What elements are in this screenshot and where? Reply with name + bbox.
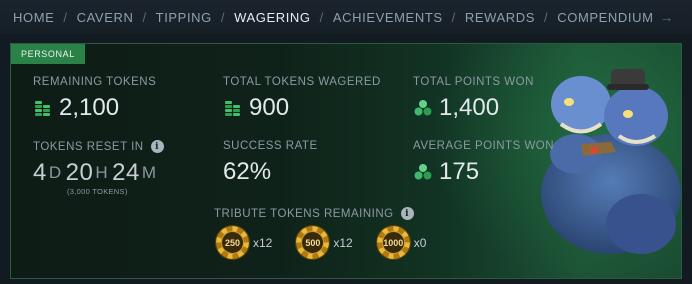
average-points-value-row: 175 <box>413 158 554 186</box>
token-stack-icon <box>33 98 53 118</box>
tokens-reset-label: TOKENS RESET IN <box>33 140 144 153</box>
tribute-chip-250[interactable]: 250 x12 <box>216 226 272 259</box>
tribute-tokens-label: TRIBUTE TOKENS REMAINING <box>214 207 394 220</box>
chip-value: 500 <box>301 231 325 254</box>
tribute-chip-1000[interactable]: 1000 x0 <box>376 226 427 259</box>
nav-tipping[interactable]: TIPPING <box>156 10 212 25</box>
tokens-wagered-value-row: 900 <box>223 94 381 122</box>
nav-compendium[interactable]: COMPENDIUM <box>557 10 653 25</box>
chip-count: x0 <box>413 235 427 250</box>
chip-count: x12 <box>253 235 273 250</box>
points-won-label: TOTAL POINTS WON <box>413 76 534 88</box>
nav-separator: / <box>319 9 324 25</box>
average-points-label: AVERAGE POINTS WON <box>413 140 555 152</box>
info-icon[interactable]: i <box>150 140 164 153</box>
info-icon[interactable]: i <box>400 207 414 220</box>
tokens-wagered-value: 900 <box>249 94 290 121</box>
personal-stats-panel: PERSONAL REMAINING TOKENS 2,100 TOTAL TO… <box>10 43 682 279</box>
points-won-stat: TOTAL POINTS WON 1,400 <box>413 76 534 122</box>
arrow-right-icon[interactable]: → <box>660 9 675 25</box>
chip-count: x12 <box>333 235 353 250</box>
nav-rewards[interactable]: REWARDS <box>465 10 535 25</box>
nav-cavern[interactable]: CAVERN <box>77 10 134 25</box>
nav-separator: / <box>544 9 549 25</box>
tokens-reset-stat: TOKENS RESET IN i 4 D 20 H 24 M (3,000 T… <box>33 140 164 196</box>
nav-home[interactable]: HOME <box>13 10 54 25</box>
reset-minutes-unit: M <box>141 163 157 182</box>
success-rate-value: 62% <box>223 158 272 185</box>
reset-hours-unit: H <box>95 163 109 182</box>
reset-hours: 20 <box>65 159 94 186</box>
remaining-tokens-value-row: 2,100 <box>33 94 156 122</box>
token-stack-icon <box>223 98 243 118</box>
reset-days: 4 <box>33 159 47 186</box>
tokens-reset-countdown: 4 D 20 H 24 M <box>33 159 164 187</box>
points-won-value-row: 1,400 <box>413 94 534 122</box>
nav-separator: / <box>142 9 147 25</box>
remaining-tokens-stat: REMAINING TOKENS 2,100 <box>33 76 156 122</box>
chip-icon: 250 <box>216 226 249 259</box>
tokens-wagered-label: TOTAL TOKENS WAGERED <box>223 76 381 88</box>
tribute-label-row: TRIBUTE TOKENS REMAINING i <box>214 207 450 220</box>
tokens-reset-label-row: TOKENS RESET IN i <box>33 140 164 153</box>
tribute-chip-list: 250 x12 500 x12 1000 x0 <box>216 226 450 259</box>
personal-tag: PERSONAL <box>11 44 85 64</box>
success-rate-label: SUCCESS RATE <box>223 140 318 152</box>
reset-minutes: 24 <box>112 159 140 186</box>
average-points-value: 175 <box>439 158 480 185</box>
chip-value: 1000 <box>381 231 405 254</box>
tribute-tokens-section: TRIBUTE TOKENS REMAINING i 250 x12 500 x… <box>214 207 450 259</box>
remaining-tokens-label: REMAINING TOKENS <box>33 76 157 88</box>
nav-separator: / <box>451 9 456 25</box>
nav-separator: / <box>63 9 68 25</box>
nav-separator: / <box>220 9 226 25</box>
tokens-wagered-stat: TOTAL TOKENS WAGERED 900 <box>223 76 381 122</box>
average-points-stat: AVERAGE POINTS WON 175 <box>413 140 554 186</box>
success-rate-stat: SUCCESS RATE 62% <box>223 140 318 186</box>
points-gem-icon <box>413 98 433 118</box>
points-won-value: 1,400 <box>439 94 500 121</box>
reset-token-amount: (3,000 TOKENS) <box>67 187 128 196</box>
chip-icon: 1000 <box>376 226 410 259</box>
tribute-chip-500[interactable]: 500 x12 <box>296 226 353 259</box>
nav-wagering[interactable]: WAGERING <box>234 10 311 25</box>
chip-value: 250 <box>221 231 244 254</box>
reset-days-unit: D <box>48 163 62 182</box>
remaining-tokens-value: 2,100 <box>59 94 120 121</box>
chip-icon: 500 <box>296 226 330 259</box>
nav-achievements[interactable]: ACHIEVEMENTS <box>333 10 443 25</box>
points-gem-icon <box>413 162 433 182</box>
top-nav: HOME / CAVERN / TIPPING / WAGERING / ACH… <box>0 0 692 34</box>
